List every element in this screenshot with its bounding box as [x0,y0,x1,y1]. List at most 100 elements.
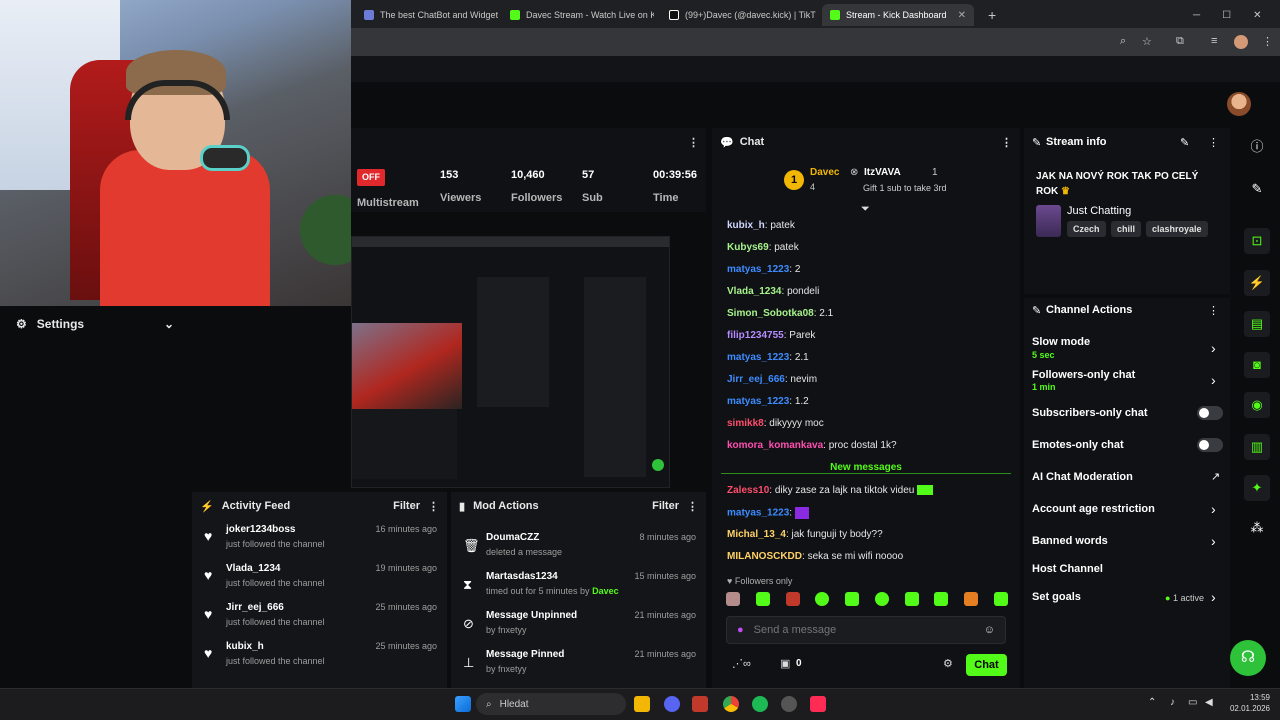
more-icon[interactable]: ⋮ [1001,136,1012,149]
layout-icon[interactable]: ▥ [1244,434,1270,460]
mod-action-name[interactable]: Message Pinned [486,649,564,660]
notes-icon[interactable]: ▤ [1244,311,1270,337]
mod-action-name[interactable]: Martasdas1234 [486,571,558,582]
emote-icon[interactable] [934,592,949,606]
mod-action-name[interactable]: DoumaCZZ [486,532,539,543]
tag-chip[interactable]: chill [1111,221,1142,237]
browser-tab[interactable]: (99+)Davec (@davec.kick) | TikT ✕ [661,4,821,26]
external-link-icon[interactable]: ↗ [1211,470,1220,483]
media-icon[interactable]: ≡ [1211,35,1217,47]
emote-icon[interactable] [785,592,800,606]
emote-icon[interactable] [845,592,860,606]
info-icon[interactable]: ⓘ [1244,134,1270,160]
mod-action-name[interactable]: Message Unpinned [486,610,577,621]
more-icon[interactable]: ⋮ [428,500,439,513]
browser-tab[interactable]: Davec Stream - Watch Live on K ✕ [502,4,654,26]
emoji-icon[interactable]: ☺ [984,624,995,636]
follower-name[interactable]: joker1234boss [226,524,296,535]
maximize-icon[interactable]: ☐ [1222,10,1231,21]
set-goals-label[interactable]: Set goals [1032,591,1081,603]
browser-tab[interactable]: The best ChatBot and Widgets ✕ [356,4,498,26]
connection-icon[interactable]: ⋰∞ [732,657,751,670]
spotify-icon[interactable] [752,696,768,712]
age-restriction-label[interactable]: Account age restriction [1032,503,1155,515]
chat-settings-gear-icon[interactable]: ⚙ [943,657,953,670]
close-window-icon[interactable]: ✕ [1253,10,1261,21]
follower-name[interactable]: Jirr_eej_666 [226,602,284,613]
window-controls[interactable]: ─ ☐ ✕ [1185,4,1275,26]
obs-icon[interactable] [781,696,797,712]
chrome-icon[interactable] [723,696,739,712]
edit-icon[interactable]: ✎ [1180,136,1189,149]
zoom-icon[interactable]: ⌕ [1120,35,1126,48]
emote-icon[interactable] [815,592,830,606]
browser-tab-active[interactable]: Stream - Kick Dashboard ✕ [822,4,974,26]
ai-moderation-label[interactable]: AI Chat Moderation [1032,471,1133,483]
file-explorer-icon[interactable] [634,696,650,712]
multistream-label[interactable]: Multistream [357,197,419,209]
chat-bubble-icon[interactable]: ◙ [1244,352,1270,378]
discord-icon[interactable] [664,696,680,712]
microphone-tray-icon[interactable]: ♪ [1170,697,1175,708]
category-name[interactable]: Just Chatting [1067,205,1131,217]
follower-name[interactable]: kubix_h [226,641,264,652]
leader2-name[interactable]: ItzVAVA [864,167,901,178]
profile-icon[interactable] [1234,35,1248,49]
support-headset-button[interactable]: ☊ [1230,640,1266,676]
chat-message-input[interactable] [753,624,974,636]
new-tab-icon[interactable]: + [980,4,1000,26]
minimize-icon[interactable]: ─ [1193,10,1200,21]
chevron-down-icon[interactable]: ⌄ [164,317,174,331]
extensions-icon[interactable]: ⧉ [1176,35,1184,48]
chevron-right-icon[interactable]: › [1211,589,1216,605]
chevron-right-icon[interactable]: › [1211,340,1216,356]
category-thumbnail[interactable] [1036,205,1061,237]
banned-words-label[interactable]: Banned words [1032,535,1108,547]
more-icon[interactable]: ⋮ [687,500,698,513]
emote-icon[interactable] [874,592,889,606]
leader-name[interactable]: Davec [810,167,839,178]
emotes-only-toggle[interactable] [1197,438,1223,452]
close-icon[interactable]: ✕ [958,10,966,21]
collapse-icon[interactable]: ⏷ [861,203,870,216]
emote-icon[interactable] [904,592,919,606]
menu-dots-icon[interactable]: ⋮ [1262,35,1273,48]
more-icon[interactable]: ⋮ [1208,136,1219,149]
new-messages-divider[interactable]: New messages [721,462,1011,474]
tag-chip[interactable]: Czech [1067,221,1106,237]
tray-chevron-icon[interactable]: ⌃ [1148,697,1156,708]
windows-start-icon[interactable] [455,696,471,712]
wrench-icon[interactable]: ✦ [1244,475,1270,501]
network-icon[interactable]: ▭ [1188,697,1197,708]
screenshot-icon[interactable]: ⊡ [1244,228,1270,254]
lightning-icon[interactable]: ⚡ [1244,270,1270,296]
tiktok-icon[interactable] [810,696,826,712]
taskbar-search[interactable]: ⌕ Hledat [476,693,626,715]
chevron-right-icon[interactable]: › [1211,372,1216,388]
bookmark-star-icon[interactable]: ☆ [1142,35,1152,48]
taskbar-clock[interactable]: 13:59 02.01.2026 [1220,692,1270,714]
slow-mode-label[interactable]: Slow mode [1032,336,1090,348]
settings-header[interactable]: ⚙ Settings ⌄ [0,306,190,342]
volume-icon[interactable]: ◀ [1205,697,1213,708]
app-icon[interactable] [692,696,708,712]
followers-only-label[interactable]: Followers-only chat [1032,369,1135,381]
emote-icon[interactable] [755,592,770,606]
follower-name[interactable]: Vlada_1234 [226,563,281,574]
integrations-icon[interactable]: ⁂ [1244,515,1270,541]
more-icon[interactable]: ⋮ [1208,304,1219,317]
emote-icon[interactable] [964,592,979,606]
edit-icon[interactable]: ✎ [1244,176,1270,202]
subscribers-only-toggle[interactable] [1197,406,1223,420]
more-icon[interactable]: ⋮ [688,136,699,149]
emote-icon[interactable] [726,592,740,606]
filter-button[interactable]: Filter [393,500,420,512]
user-avatar[interactable] [1227,92,1251,116]
host-channel-label[interactable]: Host Channel [1032,563,1103,575]
emote-icon[interactable] [993,592,1008,606]
broadcast-icon[interactable]: ◉ [1244,392,1270,418]
microphone-icon[interactable]: ● [737,624,744,636]
tag-chip[interactable]: clashroyale [1146,221,1208,237]
filter-button[interactable]: Filter [652,500,679,512]
chevron-right-icon[interactable]: › [1211,533,1216,549]
